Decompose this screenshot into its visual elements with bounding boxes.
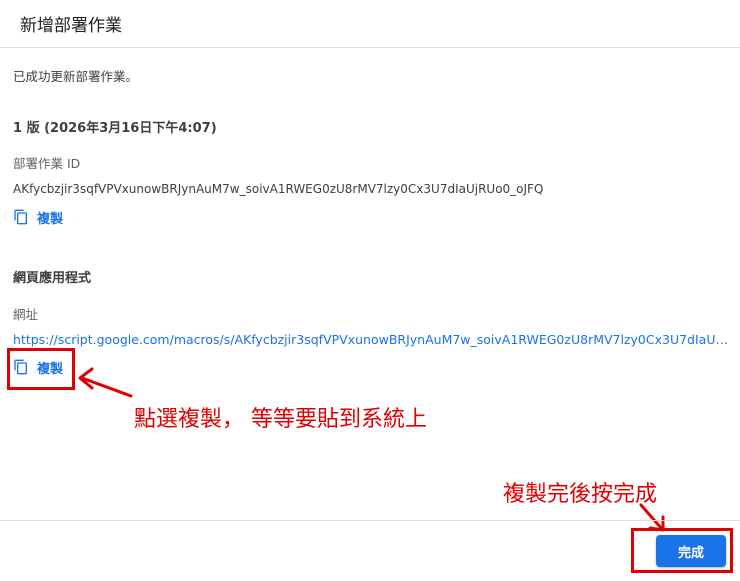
footer-divider [0,520,740,521]
copy-annotation: 點選複製， 等等要貼到系統上 [134,407,427,432]
copy-deployment-id-button[interactable]: 複製 [13,207,63,227]
copy-icon [14,209,27,225]
url-label: 網址 [13,307,39,322]
webapp-url-link[interactable]: https://script.google.com/macros/s/AKfyc… [13,332,730,347]
highlight-done-box [631,528,733,573]
deployment-id-value: AKfycbzjir3sqfVPVxunowBRJynAuM7w_soivA1R… [13,182,544,196]
dialog-header: 新增部署作業 [0,0,740,48]
dialog-title: 新增部署作業 [20,16,122,36]
version-line: 1 版 (2026年3月16日下午4:07) [13,121,217,136]
highlight-copy-box [7,348,75,390]
done-annotation: 複製完後按完成 [503,482,658,507]
deployment-id-label: 部署作業 ID [13,156,81,171]
webapp-section-title: 網頁應用程式 [13,271,92,286]
success-message: 已成功更新部署作業。 [13,69,139,84]
copy-label: 複製 [37,211,64,227]
arrow-to-copy-icon [78,367,133,398]
